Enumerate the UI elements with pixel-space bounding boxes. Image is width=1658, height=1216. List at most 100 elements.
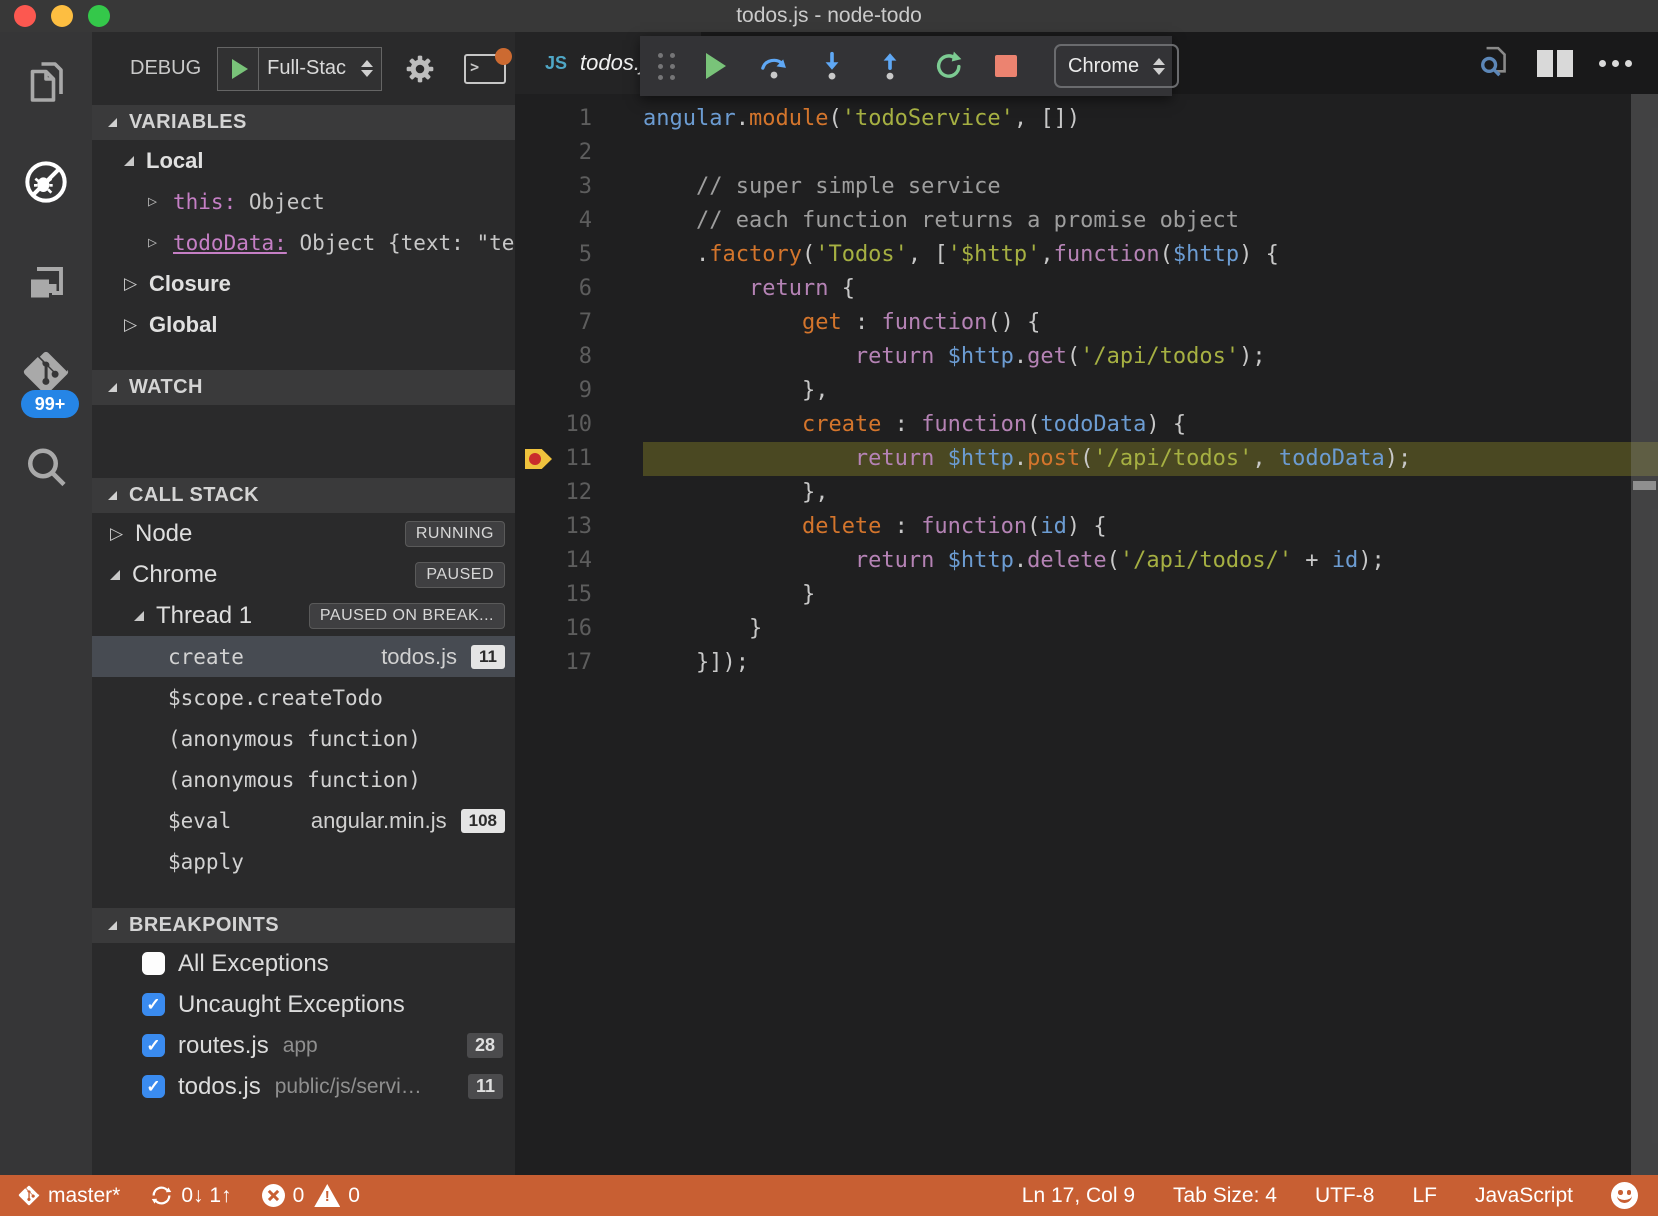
gutter[interactable]: 1 [515, 102, 643, 136]
callstack-section: CALL STACK ▷NodeRUNNINGChromePAUSEDThrea… [92, 478, 515, 882]
stack-frame[interactable]: $evalangular.min.js108 [92, 800, 515, 841]
stack-frame[interactable]: (anonymous function) [92, 759, 515, 800]
gutter[interactable]: 3 [515, 170, 643, 204]
editor-actions [1475, 32, 1658, 94]
code-line-4: 4 // each function returns a promise obj… [515, 204, 1658, 238]
debug-session-select[interactable]: Chrome [1054, 44, 1179, 88]
code-text: }, [643, 476, 1658, 510]
scope-closure[interactable]: ▷Closure [92, 263, 515, 304]
extensions-icon[interactable] [22, 260, 70, 308]
gutter[interactable]: 4 [515, 204, 643, 238]
debug-icon[interactable] [22, 158, 70, 206]
drag-handle-icon[interactable] [658, 53, 676, 80]
stack-frame[interactable]: $apply [92, 841, 515, 882]
gutter[interactable]: 12 [515, 476, 643, 510]
code-text: .factory('Todos', ['$http',function($htt… [643, 238, 1658, 272]
gutter[interactable]: 2 [515, 136, 643, 170]
stack-frame[interactable]: $scope.createTodo [92, 677, 515, 718]
stack-frame[interactable]: (anonymous function) [92, 718, 515, 759]
step-into-button[interactable] [816, 50, 848, 82]
minimize-button[interactable] [51, 5, 73, 27]
breakpoint-row[interactable]: All Exceptions [92, 943, 515, 984]
git-branch-status[interactable]: master* [18, 1184, 120, 1208]
chevron-expanded-icon [110, 570, 120, 580]
breakpoint-checkbox[interactable]: ✓ [142, 1034, 165, 1057]
watch-header[interactable]: WATCH [92, 370, 515, 405]
chevron-expanded-icon [108, 118, 117, 127]
restart-button[interactable] [932, 50, 964, 82]
line-number: 6 [579, 272, 592, 306]
gutter[interactable]: 5 [515, 238, 643, 272]
stop-icon [995, 55, 1017, 77]
breakpoint-dot-icon [529, 453, 541, 465]
gutter[interactable]: 13 [515, 510, 643, 544]
eol-indicator[interactable]: LF [1412, 1184, 1437, 1208]
code-area[interactable]: 1angular.module('todoService', [])23 // … [515, 94, 1658, 1175]
gutter[interactable]: 14 [515, 544, 643, 578]
chevron-expanded-icon [108, 921, 117, 930]
debug-config-select[interactable]: Full-Stac [259, 48, 381, 90]
variable-row[interactable]: ▷this: Object [92, 181, 515, 222]
language-indicator[interactable]: JavaScript [1475, 1184, 1573, 1208]
gutter[interactable]: 17 [515, 646, 643, 680]
gutter[interactable]: 7 [515, 306, 643, 340]
gutter[interactable]: 9 [515, 374, 643, 408]
explorer-icon[interactable] [22, 58, 70, 106]
session-chrome[interactable]: ChromePAUSED [92, 554, 515, 595]
tab-size-indicator[interactable]: Tab Size: 4 [1173, 1184, 1277, 1208]
debug-console-button[interactable]: > [464, 54, 506, 84]
line-number: 13 [566, 510, 593, 544]
error-status[interactable]: 0 [262, 1184, 305, 1208]
breakpoint-row[interactable]: ✓routes.jsapp28 [92, 1025, 515, 1066]
step-out-button[interactable] [874, 50, 906, 82]
zoom-button[interactable] [88, 5, 110, 27]
line-number: 17 [566, 646, 593, 680]
search-file-icon[interactable] [1475, 43, 1511, 84]
callstack-header[interactable]: CALL STACK [92, 478, 515, 513]
gutter[interactable]: 16 [515, 612, 643, 646]
stack-frame[interactable]: createtodos.js11 [92, 636, 515, 677]
feedback-smiley-icon[interactable] [1611, 1182, 1638, 1209]
gutter[interactable]: 15 [515, 578, 643, 612]
gutter[interactable]: 8 [515, 340, 643, 374]
breakpoint-row[interactable]: ✓todos.jspublic/js/servi…11 [92, 1066, 515, 1107]
configure-gear-button[interactable] [404, 53, 436, 85]
thread-row[interactable]: Thread 1PAUSED ON BREAK... [92, 595, 515, 636]
session-status-badge: PAUSED [415, 562, 505, 588]
gutter[interactable]: 10 [515, 408, 643, 442]
scope-global[interactable]: ▷Global [92, 304, 515, 345]
play-icon [232, 59, 248, 79]
stop-button[interactable] [990, 50, 1022, 82]
breakpoint-checkbox[interactable]: ✓ [142, 1075, 165, 1098]
search-icon[interactable] [22, 444, 70, 492]
session-status-badge: RUNNING [405, 521, 505, 547]
breakpoint-checkbox[interactable]: ✓ [142, 993, 165, 1016]
gutter[interactable]: 6 [515, 272, 643, 306]
close-button[interactable] [14, 5, 36, 27]
chevron-expanded-icon [108, 383, 117, 392]
continue-button[interactable] [700, 50, 732, 82]
session-node[interactable]: ▷NodeRUNNING [92, 513, 515, 554]
gutter[interactable]: 11 [515, 442, 643, 476]
variables-header[interactable]: VARIABLES [92, 105, 515, 140]
step-over-button[interactable] [758, 50, 790, 82]
chevron-collapsed-icon: ▷ [124, 275, 139, 292]
scope-local[interactable]: Local [92, 140, 515, 181]
encoding-indicator[interactable]: UTF-8 [1315, 1184, 1375, 1208]
line-number: 5 [579, 238, 592, 272]
breakpoint-checkbox[interactable] [142, 952, 165, 975]
more-actions-icon[interactable] [1599, 60, 1632, 67]
line-number: 8 [579, 340, 592, 374]
breakpoint-row[interactable]: ✓Uncaught Exceptions [92, 984, 515, 1025]
breakpoints-header[interactable]: BREAKPOINTS [92, 908, 515, 943]
breakpoint-label: routes.js [178, 1032, 269, 1060]
breakpoint-paused-icon[interactable] [525, 449, 552, 469]
sync-status[interactable]: 0↓ 1↑ [150, 1184, 231, 1208]
split-editor-icon[interactable] [1537, 50, 1573, 77]
code-text: create : function(todoData) { [643, 408, 1658, 442]
line-number: 1 [579, 102, 592, 136]
start-debug-button[interactable] [218, 48, 259, 90]
variable-row[interactable]: ▷todoData: Object {text: "tes… [92, 222, 515, 263]
warning-status[interactable]: ! 0 [314, 1184, 360, 1208]
cursor-position[interactable]: Ln 17, Col 9 [1022, 1184, 1135, 1208]
